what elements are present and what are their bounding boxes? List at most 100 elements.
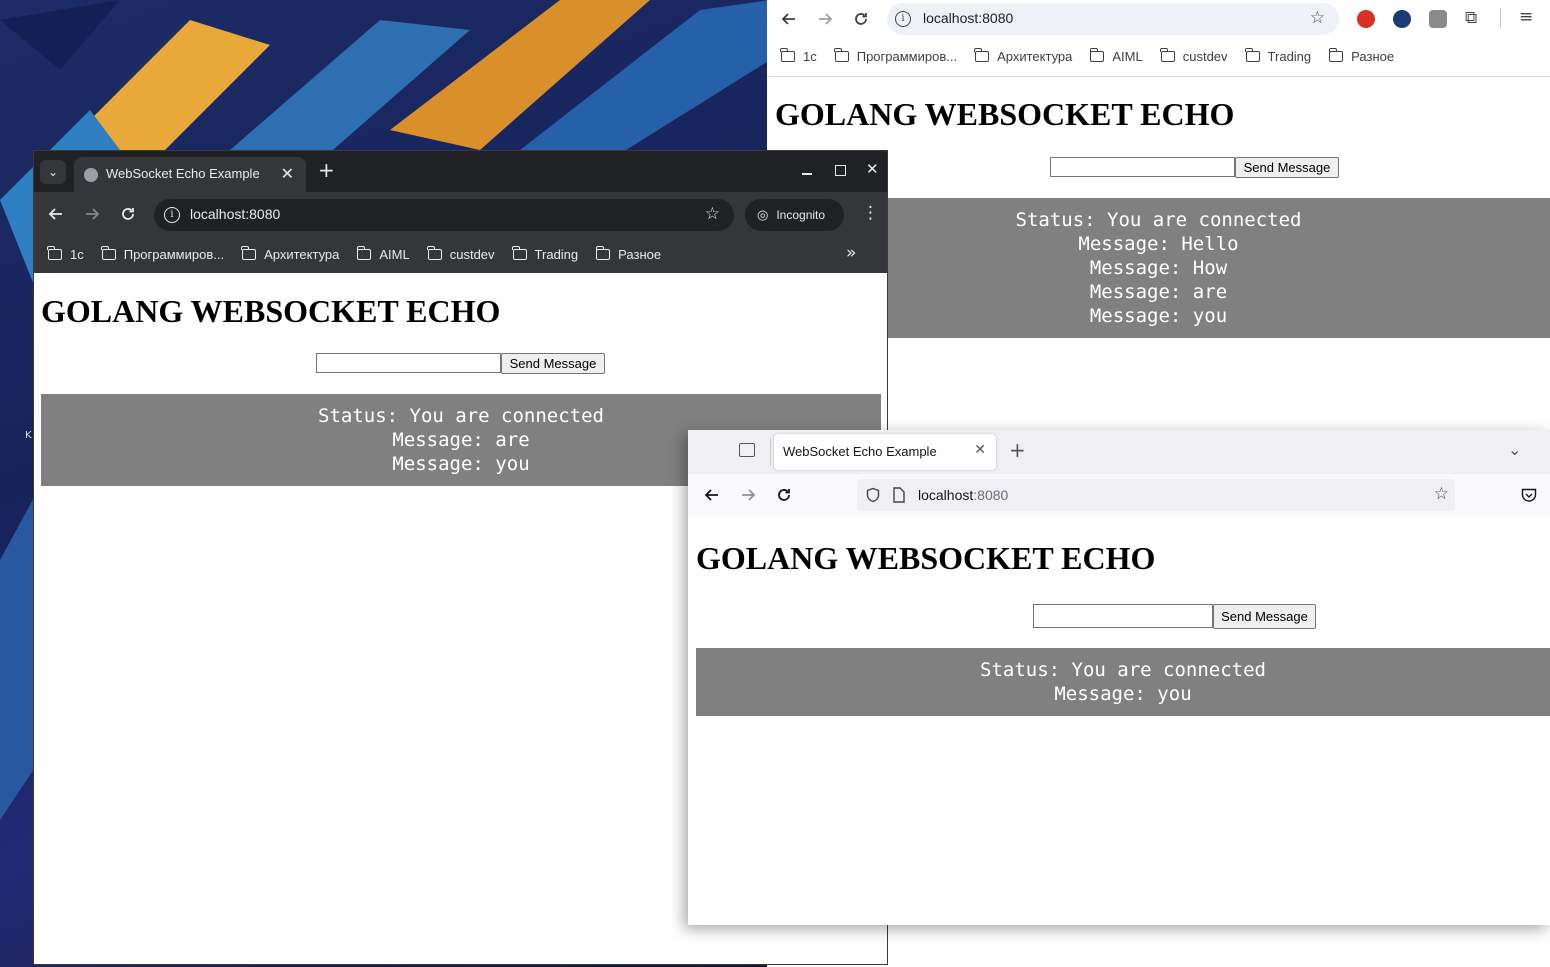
folder-icon — [47, 246, 62, 260]
reading-list-icon[interactable]: ≡ — [1519, 7, 1533, 27]
firefox-view-icon[interactable] — [739, 443, 755, 457]
check-extension-icon[interactable] — [1393, 10, 1411, 28]
message-input[interactable] — [1050, 157, 1235, 177]
address-bar[interactable]: i localhost:8080 ☆ — [887, 3, 1339, 35]
output-line: Status: You are connected — [980, 659, 1266, 681]
page-title: GOLANG WEBSOCKET ECHO — [696, 540, 1156, 576]
folder-icon — [241, 246, 257, 260]
bookmark-misc[interactable]: Разное — [1328, 47, 1394, 64]
list-tabs-chevron-icon[interactable]: ⌄ — [1508, 440, 1521, 459]
new-tab-plus-icon[interactable]: + — [1009, 438, 1026, 462]
bookmark-star-icon[interactable]: ☆ — [705, 204, 720, 224]
adblock-extension-icon[interactable] — [1357, 10, 1375, 28]
address-url: localhost:8080 — [918, 487, 1009, 503]
folder-icon — [834, 47, 849, 62]
bookmark-trading[interactable]: Trading — [1244, 47, 1311, 64]
bookmark-star-icon[interactable]: ☆ — [1310, 8, 1325, 28]
bookmarks-bar: 1c Программиров... Архитектура AIML cust… — [780, 40, 1412, 72]
address-bar[interactable]: i localhost:8080 ☆ — [154, 199, 734, 231]
page-title: GOLANG WEBSOCKET ECHO — [41, 293, 501, 329]
address-url: localhost:8080 — [923, 10, 1014, 26]
close-window-icon[interactable]: ✕ — [866, 160, 879, 178]
reload-icon[interactable] — [116, 202, 140, 226]
tab-search-chevron-icon[interactable]: ⌄ — [40, 160, 66, 184]
chrome-toolbar: i localhost:8080 ☆ ◎ Incognito ⋮ — [34, 192, 887, 236]
incognito-indicator[interactable]: ◎ Incognito — [745, 199, 844, 231]
new-tab-plus-icon[interactable]: + — [318, 158, 335, 182]
bookmark-architecture[interactable]: Архитектура — [241, 246, 339, 262]
bookmark-aiml[interactable]: AIML — [1089, 47, 1143, 64]
back-arrow-icon[interactable] — [700, 483, 724, 507]
site-info-icon[interactable]: i — [895, 11, 911, 27]
forward-arrow-icon[interactable] — [80, 202, 104, 226]
tab-title: WebSocket Echo Example — [106, 166, 260, 181]
send-message-button[interactable]: Send Message — [501, 353, 605, 374]
folder-icon — [1089, 47, 1105, 62]
send-message-button[interactable]: Send Message — [1235, 157, 1339, 178]
more-bookmarks-chevron[interactable]: » — [846, 243, 856, 263]
bookmark-1c[interactable]: 1c — [780, 47, 817, 64]
firefox-window: WebSocket Echo Example ✕ + ⌄ localhost:8… — [688, 430, 1550, 925]
bookmark-architecture[interactable]: Архитектура — [974, 47, 1072, 64]
output-line: Message: you — [1054, 683, 1192, 705]
site-info-icon[interactable]: i — [164, 207, 180, 223]
folder-icon — [780, 47, 795, 62]
address-bar[interactable]: localhost:8080 ☆ — [857, 479, 1455, 511]
tab-websocket-echo[interactable]: WebSocket Echo Example ✕ — [74, 157, 306, 192]
bookmark-aiml[interactable]: AIML — [356, 246, 410, 262]
bookmark-misc[interactable]: Разное — [595, 246, 661, 262]
back-arrow-icon[interactable] — [44, 202, 68, 226]
extensions-puzzle-icon[interactable]: ⧉ — [1465, 8, 1477, 28]
tab-websocket-echo[interactable]: WebSocket Echo Example ✕ — [774, 434, 996, 470]
desktop-icon-label[interactable]: K — [25, 430, 32, 441]
bookmark-programming[interactable]: Программиров... — [834, 47, 957, 64]
forward-arrow-icon[interactable] — [736, 483, 760, 507]
pocket-icon[interactable] — [1521, 488, 1537, 503]
tab-divider — [770, 438, 771, 466]
reload-icon[interactable] — [849, 7, 873, 31]
message-input[interactable] — [1033, 604, 1213, 628]
folder-icon — [356, 246, 372, 260]
send-message-button[interactable]: Send Message — [1213, 604, 1316, 629]
page-title: GOLANG WEBSOCKET ECHO — [775, 96, 1235, 132]
folder-icon — [511, 246, 527, 260]
tab-strip: ⌄ WebSocket Echo Example ✕ + ✕ — [34, 151, 887, 192]
incognito-icon: ◎ — [757, 207, 769, 222]
output-box: Status: You are connected Message: you — [696, 648, 1550, 716]
bookmarks-bar: 1c Программиров... Архитектура AIML cust… — [34, 236, 887, 273]
back-arrow-icon[interactable] — [777, 7, 801, 31]
bookmark-1c[interactable]: 1c — [47, 246, 84, 262]
bookmark-custdev[interactable]: custdev — [1160, 47, 1228, 64]
page-content: GOLANG WEBSOCKET ECHO Send Message Statu… — [688, 516, 1550, 925]
bookmark-trading[interactable]: Trading — [511, 246, 578, 262]
firefox-toolbar: localhost:8080 ☆ — [688, 474, 1550, 517]
folder-icon — [427, 246, 442, 260]
toolbar-separator — [767, 76, 1550, 77]
bookmark-programming[interactable]: Программиров... — [101, 246, 224, 262]
minimize-icon[interactable] — [802, 173, 812, 175]
more-menu-icon[interactable]: ⋮ — [862, 203, 879, 223]
folder-icon — [1160, 47, 1175, 62]
forward-arrow-icon[interactable] — [813, 7, 837, 31]
address-url: localhost:8080 — [190, 206, 281, 222]
reload-icon[interactable] — [772, 483, 796, 507]
extension-icon[interactable] — [1429, 10, 1447, 28]
bookmark-star-icon[interactable]: ☆ — [1434, 484, 1449, 504]
page-icon — [893, 487, 905, 503]
tab-strip: WebSocket Echo Example ✕ + ⌄ — [688, 430, 1550, 474]
folder-icon — [1244, 47, 1260, 62]
globe-icon — [84, 168, 98, 182]
close-tab-icon[interactable]: ✕ — [281, 164, 294, 183]
folder-icon — [101, 246, 116, 260]
close-tab-icon[interactable]: ✕ — [974, 442, 986, 458]
folder-icon — [1328, 47, 1344, 62]
folder-icon — [974, 47, 990, 62]
chrome-toolbar: i localhost:8080 ☆ ⧉ ≡ — [767, 0, 1550, 38]
toolbar-divider — [1500, 8, 1501, 28]
bookmark-custdev[interactable]: custdev — [427, 246, 495, 262]
shield-icon[interactable] — [865, 487, 881, 503]
tab-title: WebSocket Echo Example — [783, 444, 937, 459]
output-line: Status: You are connected — [318, 405, 604, 427]
maximize-icon[interactable] — [835, 165, 846, 176]
message-input[interactable] — [316, 353, 501, 373]
